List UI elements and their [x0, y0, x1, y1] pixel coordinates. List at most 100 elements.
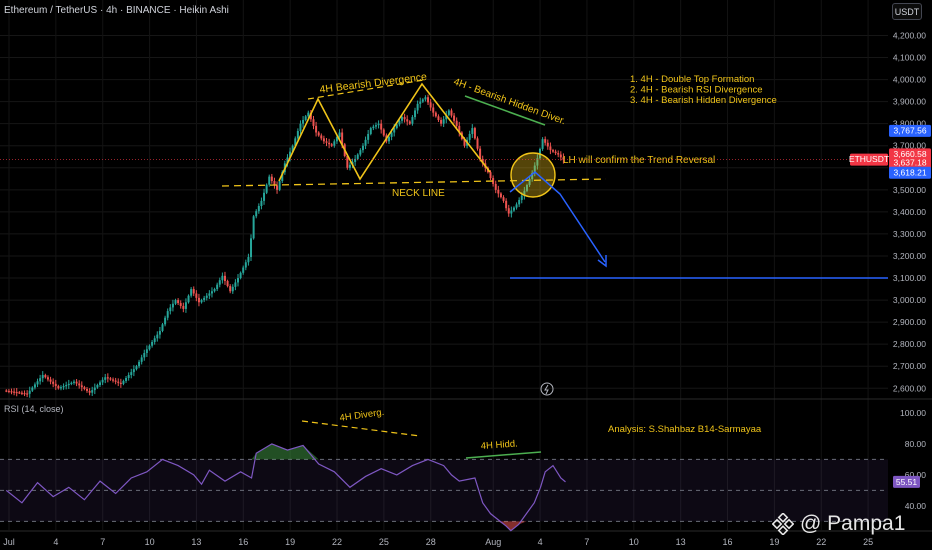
price-tick-label: 2,900.00: [893, 317, 926, 327]
candle-body: [453, 115, 456, 121]
candle-body: [52, 381, 55, 384]
candle-body: [390, 132, 393, 137]
candle-body: [88, 390, 91, 393]
candle-body: [304, 116, 307, 121]
rsi-legend[interactable]: RSI (14, close): [4, 404, 64, 414]
candle-body: [164, 317, 167, 325]
candle-body: [205, 295, 208, 298]
candle-body: [512, 207, 515, 211]
candle-body: [99, 382, 102, 385]
time-tick-label: 28: [426, 537, 436, 547]
candle-body: [122, 380, 125, 384]
candle-body: [361, 145, 364, 151]
candle-body: [476, 138, 479, 149]
currency-button[interactable]: USDT: [892, 3, 922, 20]
candle-body: [515, 204, 518, 208]
candle-body: [140, 357, 143, 362]
candle-body: [218, 280, 221, 285]
time-tick-label: 10: [629, 537, 639, 547]
candle-body: [499, 193, 502, 198]
candle-body: [20, 392, 23, 394]
candle-body: [72, 381, 75, 383]
candle-body: [299, 123, 302, 132]
candle-body: [387, 136, 390, 142]
time-tick-label: Jul: [3, 537, 15, 547]
price-tick-label: 4,100.00: [893, 53, 926, 63]
candle-body: [408, 121, 411, 124]
candle-body: [210, 291, 213, 294]
candle-body: [109, 378, 112, 380]
candle-body: [489, 172, 492, 179]
candle-body: [57, 386, 60, 389]
candle-body: [424, 97, 427, 100]
candle-body: [200, 300, 203, 303]
candle-body: [70, 382, 73, 384]
candle-body: [135, 366, 138, 370]
candle-body: [153, 338, 156, 342]
candle-body: [125, 377, 128, 381]
symbol-title[interactable]: Ethereum / TetherUS · 4h · BINANCE · Hei…: [4, 5, 229, 16]
candle-body: [226, 280, 229, 287]
candle-body: [130, 372, 133, 376]
candle-body: [223, 275, 226, 281]
candle-body: [502, 197, 505, 201]
candle-body: [250, 238, 253, 258]
candle-body: [322, 138, 325, 142]
time-tick-label: 7: [100, 537, 105, 547]
rsi-tick-label: 40.00: [905, 501, 927, 511]
time-tick-label: 22: [332, 537, 342, 547]
candle-body: [296, 131, 299, 139]
candle-body: [231, 286, 234, 292]
time-tick-label: 13: [191, 537, 201, 547]
candle-body: [263, 192, 266, 201]
candle-body: [518, 199, 521, 205]
candle-body: [41, 375, 44, 379]
candle-body: [549, 146, 552, 151]
candle-body: [546, 142, 549, 147]
candle-body: [406, 119, 409, 122]
price-tick-label: 3,000.00: [893, 295, 926, 305]
candle-body: [369, 128, 372, 134]
candle-body: [117, 381, 120, 383]
candle-body: [325, 141, 328, 143]
candle-body: [114, 380, 117, 382]
candle-body: [427, 97, 430, 103]
candle-body: [39, 378, 42, 382]
candle-body: [434, 112, 437, 117]
rsi-tick-label: 80.00: [905, 439, 927, 449]
candle-body: [216, 284, 219, 290]
chart-canvas[interactable]: 4,200.004,100.004,000.003,900.003,800.00…: [0, 0, 932, 550]
candle-body: [83, 387, 86, 390]
candle-body: [268, 176, 271, 185]
candle-body: [46, 377, 49, 380]
candle-body: [158, 330, 161, 335]
candle-body: [333, 141, 336, 146]
svg-text:3,618.21: 3,618.21: [893, 167, 926, 177]
candle-body: [497, 189, 500, 194]
candle-body: [450, 110, 453, 116]
candle-body: [166, 311, 169, 318]
candle-body: [151, 341, 154, 346]
candle-body: [190, 289, 193, 296]
candle-body: [544, 139, 547, 143]
price-tick-label: 4,000.00: [893, 75, 926, 85]
time-tick-label: 22: [816, 537, 826, 547]
candle-body: [33, 384, 36, 388]
candle-body: [505, 200, 508, 209]
candle-body: [26, 393, 29, 395]
candle-body: [179, 303, 182, 306]
candle-body: [49, 379, 52, 382]
candle-body: [67, 383, 70, 386]
signal-list-item: 3. 4H - Bearish Hidden Divergence: [630, 95, 777, 106]
candle-body: [112, 379, 115, 381]
candle-body: [234, 282, 237, 287]
svg-text:3,767.56: 3,767.56: [893, 125, 926, 135]
candle-body: [374, 125, 377, 127]
candle-body: [432, 107, 435, 113]
watermark-handle: @ Pampa1: [800, 512, 906, 535]
candle-body: [473, 128, 476, 139]
time-tick-label: 4: [53, 537, 58, 547]
candle-body: [187, 295, 190, 303]
svg-text:ETHUSDT: ETHUSDT: [849, 154, 889, 164]
confirm-note: LH will confirm the Trend Reversal: [563, 155, 715, 166]
